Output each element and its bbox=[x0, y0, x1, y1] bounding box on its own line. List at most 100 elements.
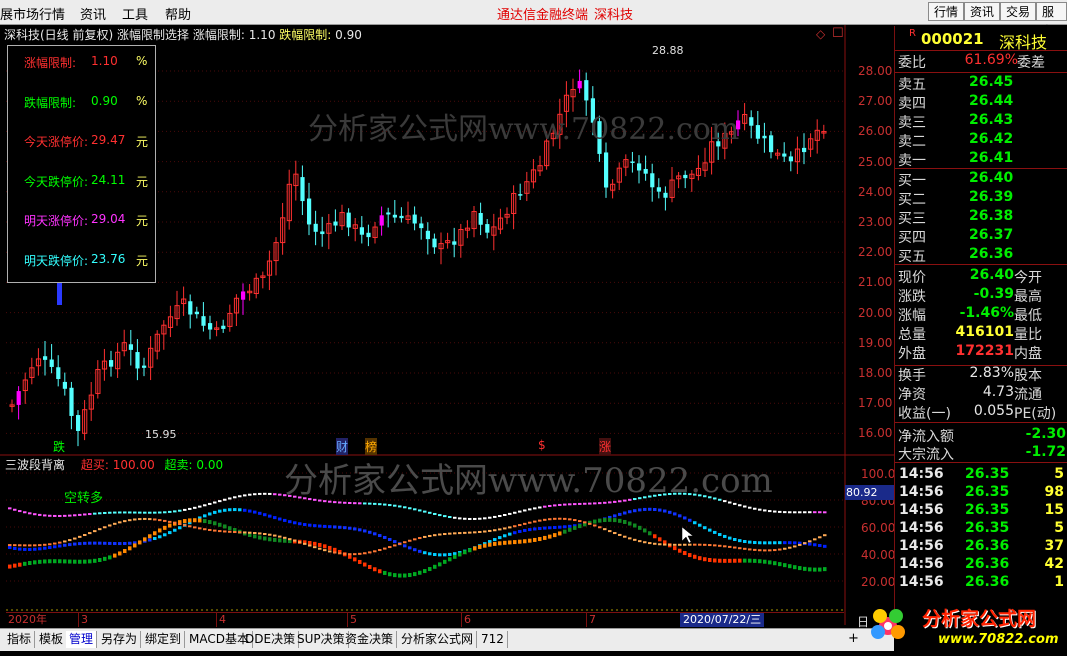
indicator-dot bbox=[603, 501, 607, 504]
indicator-dot bbox=[308, 544, 312, 547]
bid-row[interactable]: 买五 26.36 bbox=[895, 246, 1067, 265]
ask-price: 26.44 bbox=[969, 93, 1014, 109]
indicator-dot bbox=[123, 520, 127, 523]
indicator-dot bbox=[698, 543, 702, 546]
indicator-dot bbox=[333, 525, 337, 529]
tab-indicator[interactable]: 指标 bbox=[4, 631, 36, 648]
tab-bind-to[interactable]: 绑定到 bbox=[142, 631, 186, 648]
down-limit-value: 0.90 bbox=[335, 28, 362, 42]
indicator-dot bbox=[683, 516, 687, 520]
indicator-dot bbox=[503, 534, 507, 538]
tab-trade[interactable]: 交易 bbox=[1000, 2, 1037, 21]
indicator-dot bbox=[548, 504, 552, 507]
indicator-dot bbox=[258, 492, 262, 495]
menu-market[interactable]: 展市场行情 bbox=[0, 4, 65, 23]
indicator-dot bbox=[753, 541, 757, 545]
indicator-dot bbox=[368, 564, 372, 569]
ask-row[interactable]: 卖四 26.44 bbox=[895, 93, 1067, 112]
tab-news[interactable]: 资讯 bbox=[964, 2, 1001, 21]
menu-tools[interactable]: 工具 bbox=[122, 4, 148, 23]
indicator-dot bbox=[388, 504, 392, 507]
indicator-dot bbox=[243, 508, 247, 512]
tab-service[interactable]: 服务 bbox=[1036, 2, 1067, 38]
limit-unit: % bbox=[136, 54, 148, 68]
bid-row[interactable]: 买一 26.40 bbox=[895, 170, 1067, 189]
bid-row[interactable]: 买二 26.39 bbox=[895, 189, 1067, 208]
limit-label: 今天跌停价: bbox=[24, 175, 89, 189]
indicator-dot bbox=[548, 518, 552, 521]
window-toggle-icon[interactable]: ☐ bbox=[832, 26, 844, 41]
tab-formula-site[interactable]: 分析家公式网 bbox=[398, 631, 478, 648]
indicator-dot bbox=[453, 532, 457, 535]
candle-body bbox=[584, 80, 589, 101]
indicator-dot bbox=[593, 502, 597, 505]
indicator-dot bbox=[93, 530, 97, 533]
indicator-dot bbox=[213, 529, 217, 532]
event-mark[interactable]: 财 bbox=[336, 438, 349, 455]
event-mark[interactable]: 榜 bbox=[365, 438, 378, 455]
indicator-dot bbox=[798, 543, 802, 546]
indicator-dot bbox=[638, 525, 642, 530]
indicator-dot bbox=[58, 541, 62, 544]
indicator-dot bbox=[758, 559, 762, 564]
indicator-dot bbox=[48, 546, 52, 550]
price-tick: 21.00 bbox=[858, 275, 893, 290]
candle-body bbox=[419, 223, 424, 229]
tab-quote[interactable]: 行情 bbox=[928, 2, 965, 21]
diamond-icon[interactable]: ◇ bbox=[816, 27, 825, 41]
oversell-value: 0.00 bbox=[196, 458, 224, 472]
bid-row[interactable]: 买三 26.38 bbox=[895, 208, 1067, 227]
tab-template[interactable]: 模板 bbox=[36, 631, 68, 648]
indicator-dot bbox=[538, 519, 542, 522]
indicator-dot bbox=[38, 559, 42, 564]
price-tick: 26.00 bbox=[858, 124, 893, 139]
margin-mark: R bbox=[909, 28, 916, 39]
ask-row[interactable]: 卖五 26.45 bbox=[895, 74, 1067, 93]
ask-row[interactable]: 卖三 26.43 bbox=[895, 112, 1067, 131]
indicator-dot bbox=[373, 532, 377, 536]
indicator-dot bbox=[358, 552, 362, 555]
indicator-dot bbox=[78, 559, 82, 564]
indicator-title[interactable]: 三波段背离 bbox=[5, 458, 65, 472]
tab-712[interactable]: 712 bbox=[478, 631, 508, 648]
candle-body bbox=[425, 230, 430, 240]
event-mark[interactable]: 涨 bbox=[599, 438, 612, 455]
indicator-dot bbox=[403, 506, 407, 509]
ask-row[interactable]: 卖二 26.42 bbox=[895, 131, 1067, 150]
indicator-dot bbox=[403, 573, 407, 578]
event-mark[interactable]: 跌 bbox=[53, 438, 65, 455]
indicator-dot bbox=[583, 502, 587, 505]
indicator-dot bbox=[323, 549, 327, 552]
indicator-dot bbox=[678, 548, 682, 553]
indicator-dot bbox=[153, 518, 157, 521]
indicator-dot bbox=[553, 504, 557, 507]
event-mark[interactable]: $ bbox=[538, 438, 546, 452]
quote-panel: R 000021 深科技 委比 61.69% 委差 卖五 26.45 卖四 26… bbox=[894, 26, 1067, 624]
indicator-dot bbox=[363, 562, 367, 567]
indicator-dot bbox=[268, 537, 272, 542]
indicator-dot bbox=[53, 545, 57, 549]
indicator-dot bbox=[718, 544, 722, 547]
bid-row[interactable]: 买四 26.37 bbox=[895, 227, 1067, 246]
candle-body bbox=[386, 212, 391, 215]
indicator-dot bbox=[8, 564, 12, 569]
indicator-dot bbox=[518, 539, 522, 544]
tab-save-as[interactable]: 另存为 bbox=[98, 631, 142, 648]
tab-manage[interactable]: 管理 bbox=[66, 631, 98, 648]
indicator-dot bbox=[63, 514, 67, 517]
indicator-dot bbox=[253, 510, 257, 514]
tab-dde[interactable]: DDE决策 bbox=[242, 631, 300, 648]
indicator-dot bbox=[278, 538, 282, 543]
indicator-dot bbox=[503, 513, 507, 516]
indicator-dot bbox=[83, 559, 87, 564]
ask-label: 卖五 bbox=[898, 77, 926, 93]
indicator-dot bbox=[663, 509, 667, 513]
menu-help[interactable]: 帮助 bbox=[165, 4, 191, 23]
tab-sup[interactable]: SUP决策 bbox=[294, 631, 349, 648]
indicator-dot bbox=[533, 537, 537, 542]
indicator-dot bbox=[788, 511, 792, 514]
indicator-dot bbox=[778, 510, 782, 513]
tab-fund[interactable]: 资金决策 bbox=[342, 631, 398, 648]
menu-news[interactable]: 资讯 bbox=[80, 4, 106, 23]
ask-row[interactable]: 卖一 26.41 bbox=[895, 150, 1067, 169]
